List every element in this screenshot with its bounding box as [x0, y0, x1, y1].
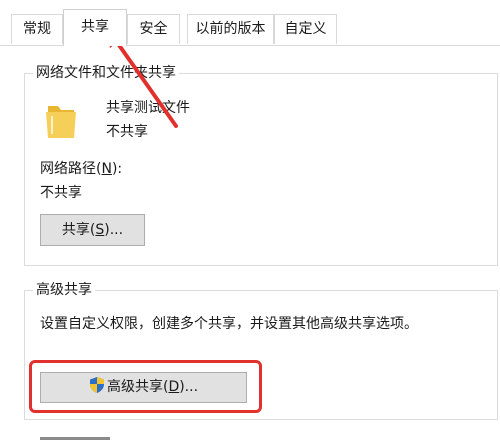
tab-previous-versions[interactable]: 以前的版本 — [187, 14, 274, 44]
highlight-box-annotation — [29, 360, 262, 413]
folder-icon — [46, 106, 76, 138]
network-path-value: 不共享 — [40, 185, 82, 201]
network-path-label-text: 网络路径 — [40, 161, 96, 177]
share-button[interactable]: 共享(S)... — [40, 214, 145, 246]
tab-strip: 常规 共享 安全 以前的版本 自定义 — [0, 0, 500, 46]
share-button-label: 共享 — [61, 222, 90, 238]
network-path-access-key: N — [101, 161, 112, 177]
share-button-access-key: S — [95, 222, 105, 238]
advanced-sharing-description: 设置自定义权限，创建多个共享，并设置其他高级共享选项。 — [40, 316, 418, 332]
network-path-label: 网络路径(N): — [40, 161, 123, 177]
tab-customize[interactable]: 自定义 — [274, 14, 337, 44]
tab-sharing[interactable]: 共享 — [63, 9, 127, 46]
tab-general[interactable]: 常规 — [11, 14, 63, 44]
advanced-sharing-title: 高级共享 — [33, 281, 95, 299]
